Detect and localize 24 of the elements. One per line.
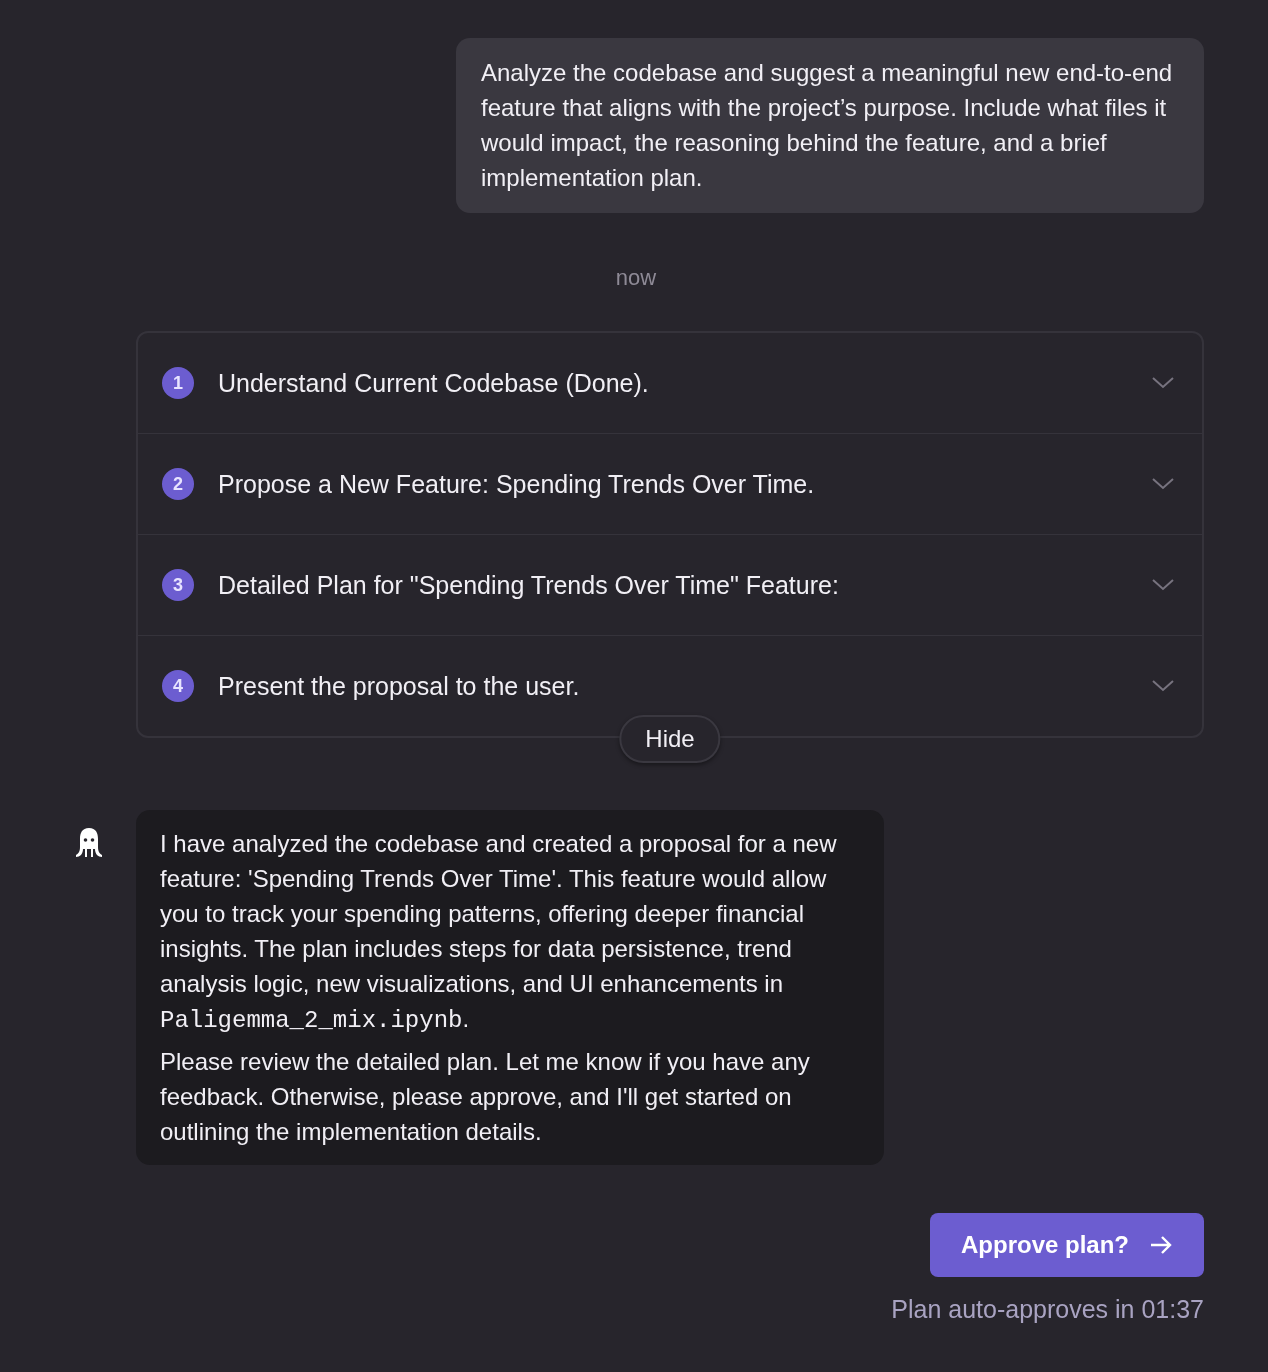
chevron-icon — [1152, 579, 1174, 591]
hide-button[interactable]: Hide — [619, 715, 721, 763]
user-message: Analyze the codebase and suggest a meaningful new end-to-end feature that aligns with the project’s purpose. Include what files it would impact, the reasoning behind the feature, and a brief implementation plan. — [456, 38, 1204, 213]
chevron-icon — [1152, 377, 1174, 389]
step-number: 2 — [162, 468, 194, 500]
step-title: Present the proposal to the user. — [218, 671, 581, 701]
step-title: Propose a New Feature: Spending Trends Over Time. — [218, 469, 816, 499]
auto-approve-timer: Plan auto-approves in 01:37 — [891, 1295, 1204, 1324]
chevron-icon — [1152, 478, 1174, 490]
approve-button[interactable]: Approve plan? — [930, 1213, 1204, 1277]
plan-step[interactable]: 2 Propose a New Feature: Spending Trends Over Time. — [138, 433, 1202, 534]
arrow-right-icon — [1149, 1235, 1173, 1255]
step-title: Understand Current Codebase (Done). — [218, 368, 650, 398]
step-number: 3 — [162, 569, 194, 601]
plan-step[interactable]: 3 Detailed Plan for "Spending Trends Over Time" Feature: — [138, 534, 1202, 635]
step-number: 1 — [162, 367, 194, 399]
octopus-icon — [75, 827, 103, 859]
message-paragraph: Please review the detailed plan. Let me know if you have any feedback. Otherwise, please approve, and I'll get started on outlining the implementation details. — [160, 1047, 811, 1147]
step-title: Detailed Plan for "Spending Trends Over Time" Feature: — [218, 570, 840, 600]
timestamp: now — [614, 265, 658, 291]
chevron-icon — [1152, 680, 1174, 692]
plan-step[interactable]: 1 Understand Current Codebase (Done). — [138, 333, 1202, 433]
step-number: 4 — [162, 670, 194, 702]
message-paragraph: I have analyzed the codebase and created a proposal for a new feature: 'Spending Trends Over Time'. This feature would allow you to track your spending patterns, offering deeper financial insights. The plan includes steps for data persistence, trend analysis logic, new visualizations, and UI enhancements in Paligemma_2_mix.ipynb. — [160, 829, 838, 1036]
